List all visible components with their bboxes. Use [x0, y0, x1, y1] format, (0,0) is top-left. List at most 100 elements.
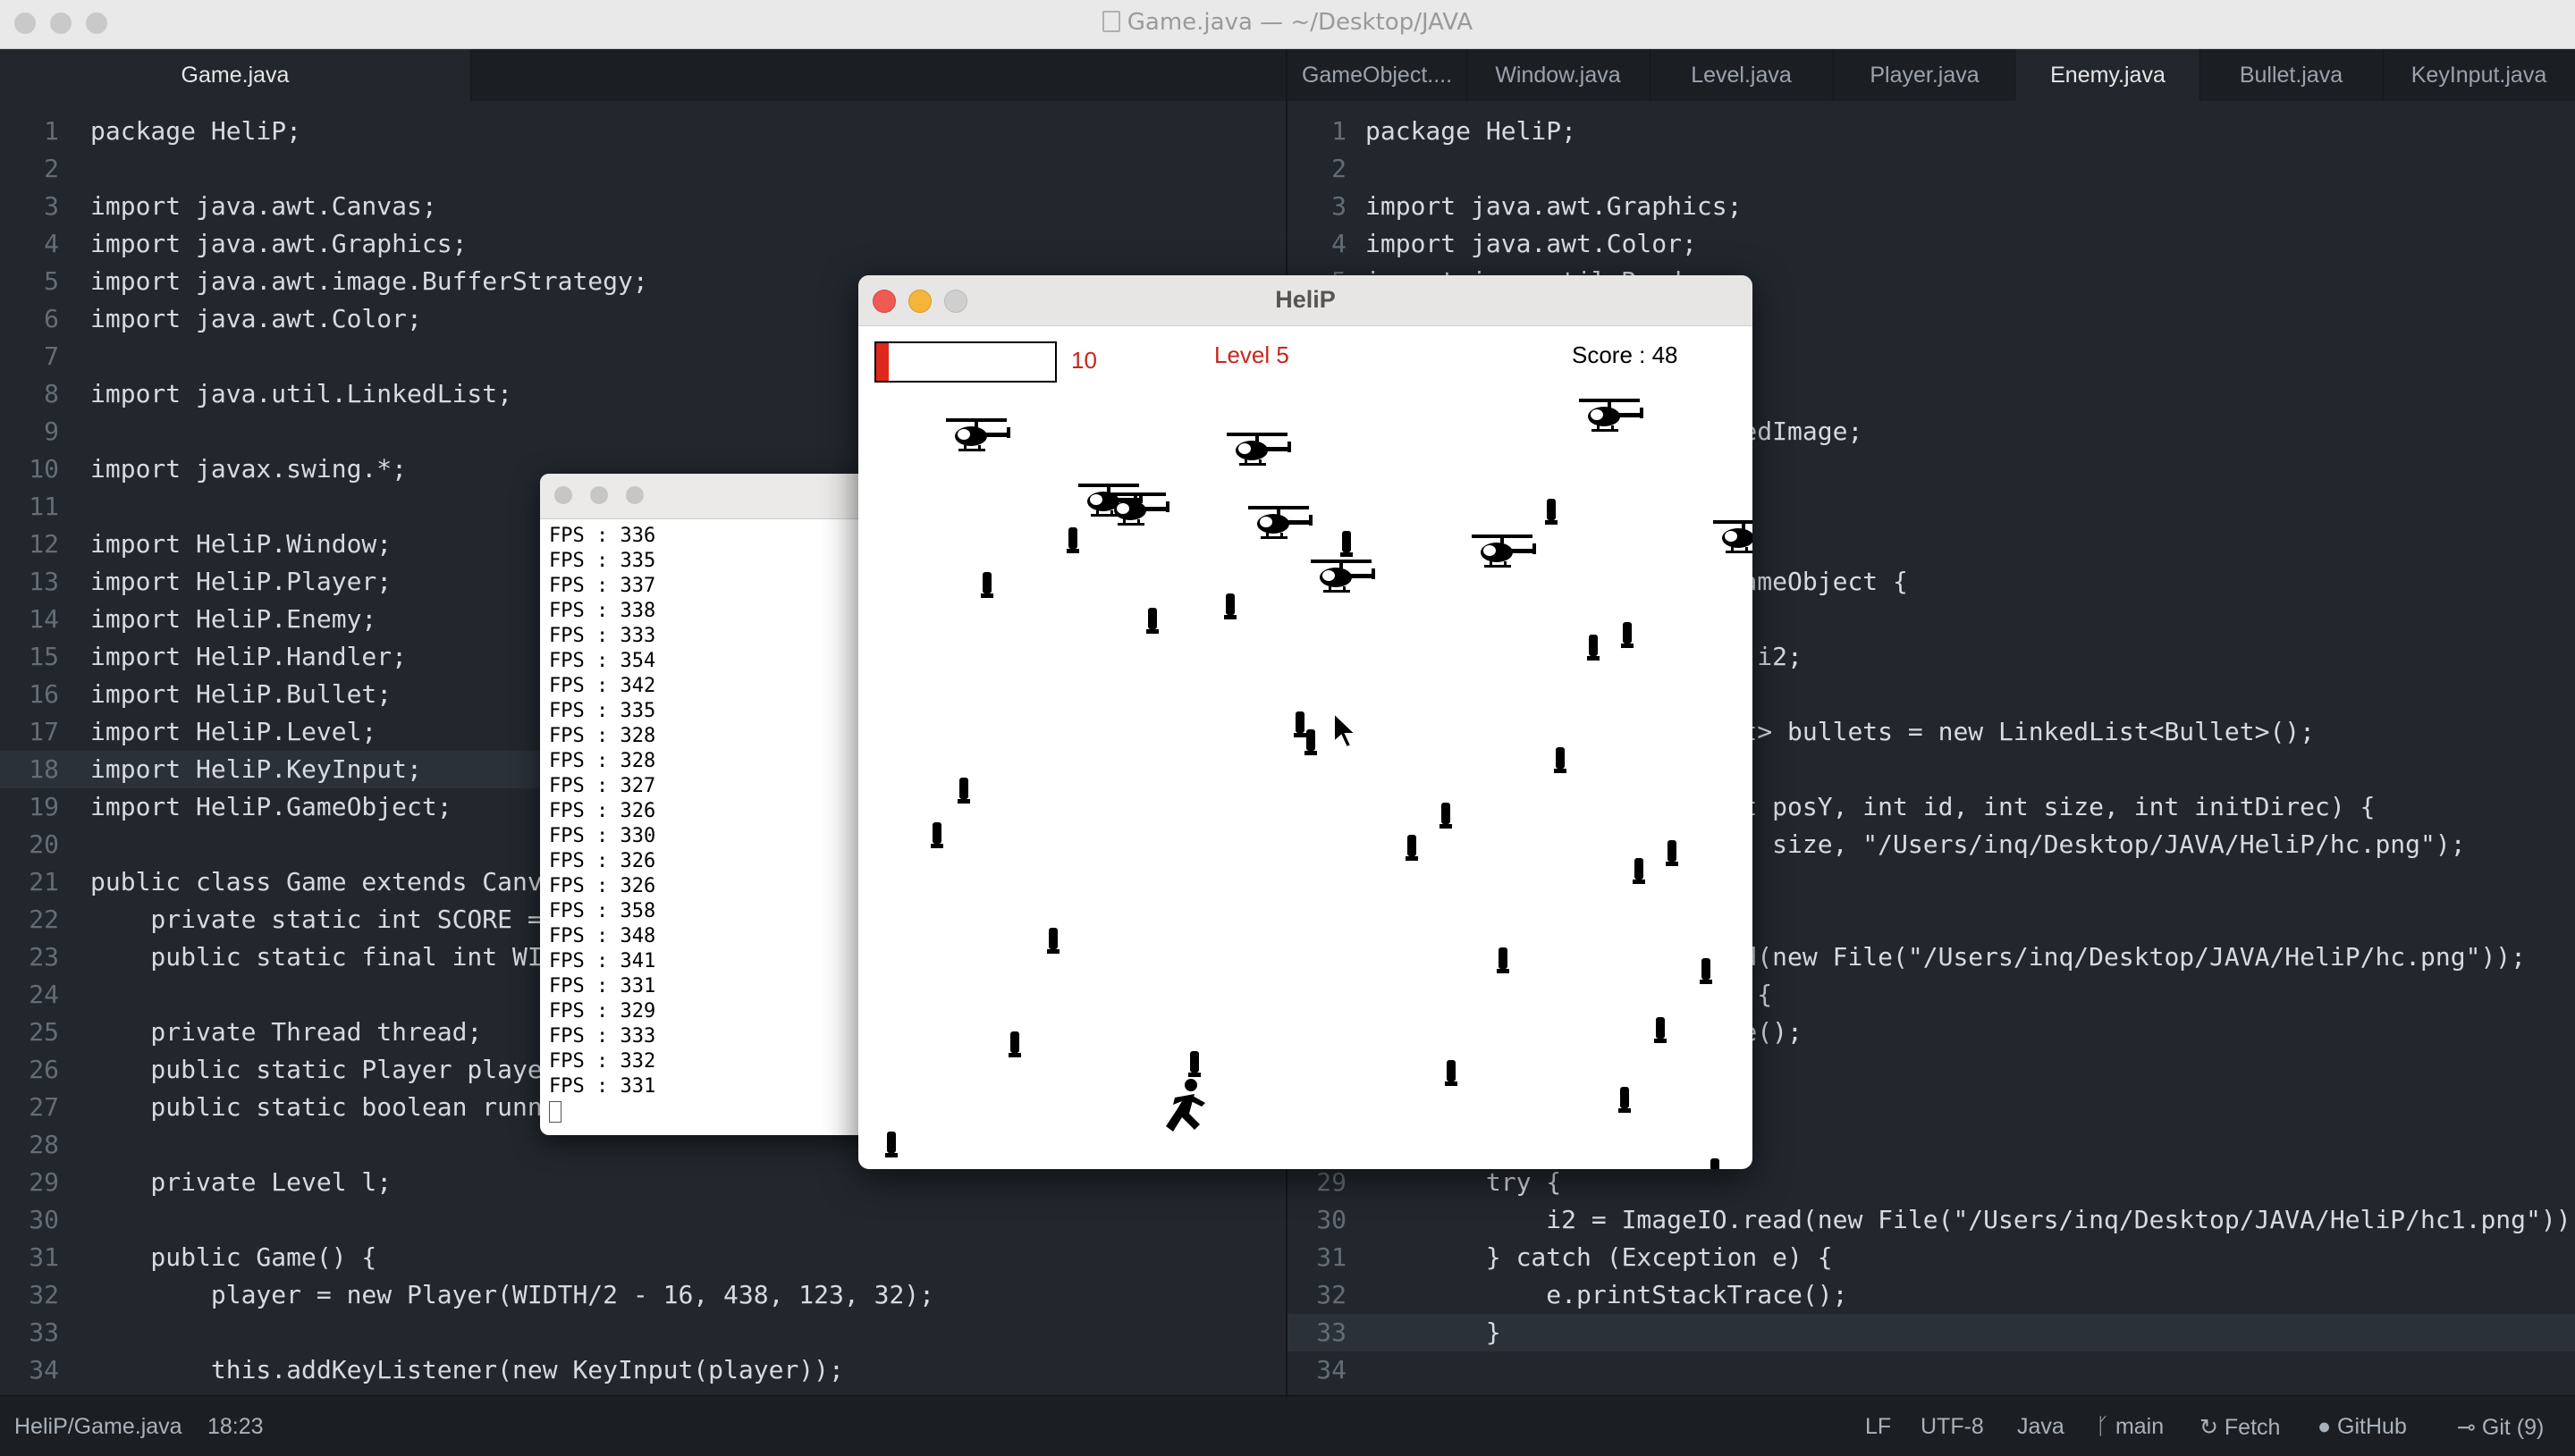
status-line-ending[interactable]: LF — [1865, 1414, 1891, 1440]
bullet — [1439, 803, 1452, 829]
bullet — [981, 572, 993, 598]
zoom-window-button[interactable] — [626, 486, 644, 504]
tab-window-java[interactable]: Window.java — [1466, 49, 1651, 101]
code-line[interactable]: 1 package HeliP; — [0, 113, 1286, 150]
line-number: 5 — [44, 266, 59, 296]
status-branch[interactable]: ᚴ main — [2096, 1414, 2164, 1440]
code-text: e.printStackTrace(); — [1365, 1280, 1848, 1309]
bullet — [1710, 1158, 1719, 1169]
line-number: 14 — [29, 604, 59, 634]
fps-line: FPS : 326 — [549, 850, 656, 872]
code-text: import HeliP.GameObject; — [90, 792, 452, 821]
fps-line: FPS : 328 — [549, 725, 656, 747]
status-github[interactable]: ● GitHub — [2318, 1414, 2407, 1440]
code-line[interactable]: 2 — [0, 150, 1286, 188]
line-number: 29 — [29, 1167, 59, 1197]
code-line[interactable]: 4 import java.awt.Color; — [1288, 225, 2575, 263]
tab-keyinput-java[interactable]: KeyInput.java — [2383, 49, 2575, 101]
line-number: 8 — [44, 379, 59, 408]
code-text: import java.awt.Graphics; — [1365, 191, 1743, 221]
line-number: 35 — [1288, 1389, 1347, 1395]
github-icon: ● — [2318, 1414, 2338, 1439]
code-text: try { — [1365, 1167, 1562, 1197]
code-line[interactable]: 34 this.addKeyListener(new KeyInput(play… — [0, 1351, 1286, 1389]
code-text: private static int SCORE = — [90, 905, 543, 934]
fps-line: FPS : 342 — [549, 675, 656, 697]
line-number: 27 — [29, 1092, 59, 1122]
code-line[interactable]: 32 player = new Player(WIDTH/2 - 16, 438… — [0, 1276, 1286, 1314]
line-number: 3 — [1331, 191, 1347, 221]
code-line[interactable]: 33 — [0, 1314, 1286, 1351]
code-line[interactable]: 34 — [1288, 1351, 2575, 1389]
line-number: 28 — [29, 1130, 59, 1159]
code-line[interactable]: 30 i2 = ImageIO.read(new File("/Users/in… — [1288, 1201, 2575, 1239]
line-number: 2 — [1331, 154, 1347, 183]
tab-bullet-java[interactable]: Bullet.java — [2199, 49, 2384, 101]
line-number: 19 — [29, 792, 59, 821]
line-number: 32 — [1316, 1280, 1347, 1309]
tab-label: Player.java — [1870, 63, 1980, 88]
fps-line: FPS : 348 — [549, 925, 656, 947]
branch-label: main — [2115, 1414, 2165, 1439]
line-number: 13 — [29, 567, 59, 596]
game-canvas[interactable] — [858, 275, 1752, 1169]
code-line[interactable]: 33 } — [1288, 1314, 2575, 1351]
tab-label: KeyInput.java — [2410, 63, 2547, 88]
bullet — [1666, 840, 1678, 866]
status-fetch[interactable]: ↻ Fetch — [2199, 1414, 2280, 1441]
code-line[interactable]: 3 import java.awt.Graphics; — [1288, 188, 2575, 225]
code-line[interactable]: 2 — [1288, 150, 2575, 188]
code-line[interactable]: 31 public Game() { — [0, 1239, 1286, 1276]
line-number: 35 — [0, 1389, 59, 1395]
status-git[interactable]: ⊸ Git (9) — [2457, 1414, 2544, 1441]
code-text: public Game() { — [90, 1242, 377, 1272]
fps-line: FPS : 331 — [549, 1075, 656, 1098]
mouse-pointer-icon — [1333, 711, 1358, 749]
bullet — [1340, 531, 1353, 557]
tab-enemy-java[interactable]: Enemy.java — [2016, 49, 2200, 101]
tab-label: Bullet.java — [2239, 63, 2343, 88]
code-text: } catch (Exception e) { — [1365, 1242, 1833, 1272]
code-line[interactable]: 3 import java.awt.Canvas; — [0, 188, 1286, 225]
code-line[interactable]: 30 — [0, 1201, 1286, 1239]
tab-player-java[interactable]: Player.java — [1833, 49, 2017, 101]
fps-line: FPS : 329 — [549, 1000, 656, 1023]
bullet — [1304, 729, 1317, 755]
tab-game-java[interactable]: Game.java — [0, 49, 471, 101]
code-line[interactable]: 32 e.printStackTrace(); — [1288, 1276, 2575, 1314]
fps-line: FPS : 335 — [549, 700, 656, 722]
code-line[interactable]: 31 } catch (Exception e) { — [1288, 1239, 2575, 1276]
line-number: 6 — [44, 304, 59, 333]
minimize-window-button[interactable] — [590, 486, 608, 504]
line-number: 10 — [29, 454, 59, 484]
close-window-button[interactable] — [554, 486, 572, 504]
code-line[interactable]: 35 if(initDirec == 0) { — [1288, 1389, 2575, 1395]
line-number: 26 — [29, 1055, 59, 1084]
line-number: 25 — [29, 1017, 59, 1047]
tab-level-java[interactable]: Level.java — [1650, 49, 1834, 101]
code-line[interactable]: 1 package HeliP; — [1288, 113, 2575, 150]
bullet — [1224, 593, 1237, 619]
code-text: package HeliP; — [90, 116, 302, 146]
line-number: 24 — [29, 980, 59, 1009]
status-cursor-position[interactable]: 18:23 — [207, 1414, 264, 1440]
status-encoding[interactable]: UTF-8 — [1921, 1414, 1984, 1440]
code-line[interactable]: 29 try { — [1288, 1164, 2575, 1201]
bullet — [958, 778, 970, 804]
bullet — [1497, 947, 1509, 973]
line-number: 22 — [29, 905, 59, 934]
status-file-path[interactable]: HeliP/Game.java — [14, 1414, 182, 1440]
bullet — [1654, 1017, 1667, 1043]
fps-line: FPS : 338 — [549, 600, 656, 622]
status-grammar[interactable]: Java — [2017, 1414, 2064, 1440]
helip-game-window: HeliP 10 Level 5 Score : 48 — [858, 275, 1752, 1169]
line-number: 18 — [29, 754, 59, 784]
line-number: 34 — [29, 1355, 59, 1384]
code-text: import javax.swing.*; — [90, 454, 408, 484]
fps-line: FPS : 328 — [549, 750, 656, 772]
code-line[interactable]: 4 import java.awt.Graphics; — [0, 225, 1286, 263]
code-line[interactable]: 29 private Level l; — [0, 1164, 1286, 1201]
code-text: private Thread thread; — [90, 1017, 483, 1047]
tab-gameobject-java[interactable]: GameObject.... — [1288, 49, 1467, 101]
code-line[interactable]: 35 — [0, 1389, 1286, 1395]
